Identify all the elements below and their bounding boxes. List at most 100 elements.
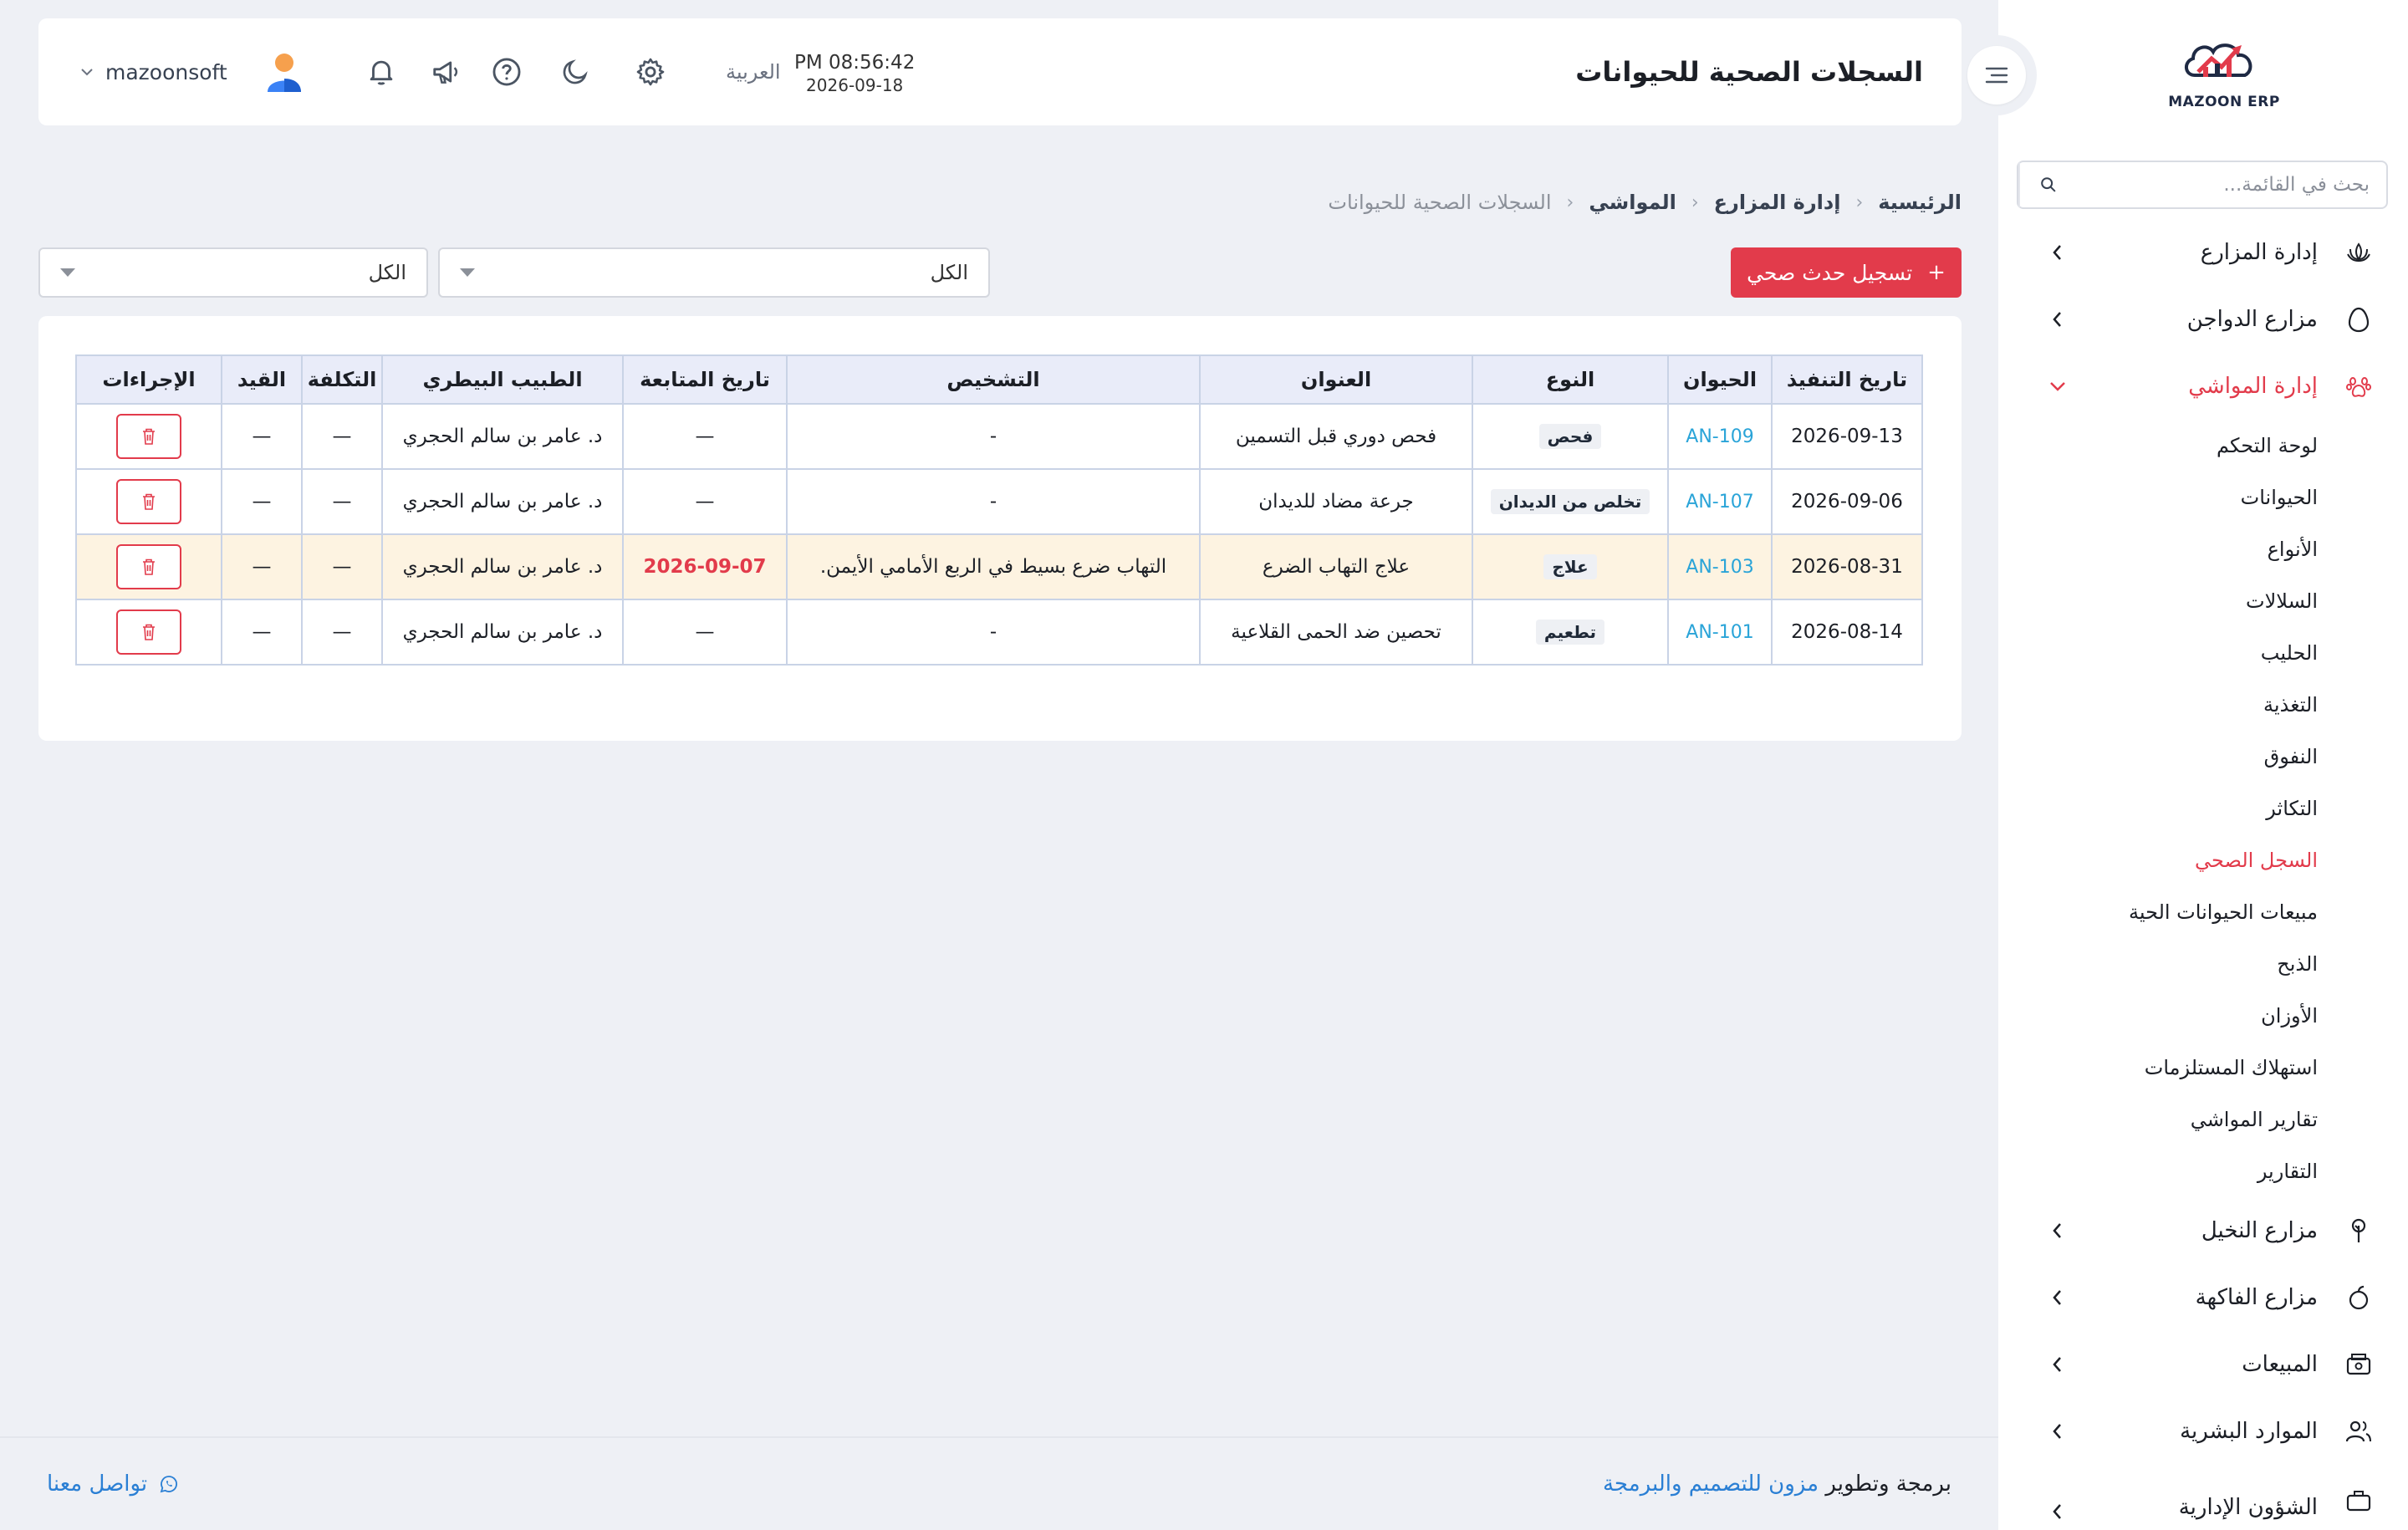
submenu-item-slaughter[interactable]: الذبح xyxy=(1998,938,2408,990)
type-filter-select[interactable]: الكل xyxy=(438,247,990,298)
animal-link[interactable]: AN-101 xyxy=(1686,622,1753,643)
cell-cost: — xyxy=(301,403,383,470)
contact-label: تواصل معنا xyxy=(47,1471,148,1497)
app-logo[interactable]: MAZOON ERP xyxy=(2166,33,2283,117)
breadcrumb-home[interactable]: الرئيسية xyxy=(1878,191,1962,214)
col-title[interactable]: العنوان xyxy=(1199,354,1473,405)
moon-icon[interactable] xyxy=(557,54,594,90)
cell-date: 2026-09-06 xyxy=(1771,468,1923,535)
breadcrumb-livestock[interactable]: المواشي xyxy=(1589,191,1676,214)
submenu-item-dashboard[interactable]: لوحة التحكم xyxy=(1998,420,2408,472)
submenu-item-mortality[interactable]: النفوق xyxy=(1998,731,2408,783)
col-execution-date[interactable]: تاريخ التنفيذ xyxy=(1771,354,1923,405)
help-icon[interactable] xyxy=(488,54,525,90)
type-badge: فحص xyxy=(1538,424,1602,449)
submenu-item-breeding[interactable]: التكاثر xyxy=(1998,783,2408,834)
submenu-item-feeding[interactable]: التغذية xyxy=(1998,679,2408,731)
cell-cost: — xyxy=(301,468,383,535)
records-card: تاريخ التنفيذ الحيوان النوع العنوان التش… xyxy=(38,316,1962,741)
bell-icon[interactable] xyxy=(363,54,400,90)
cell-diagnosis: - xyxy=(786,403,1201,470)
submenu-item-animals[interactable]: الحيوانات xyxy=(1998,472,2408,523)
logo-text: MAZOON ERP xyxy=(2168,94,2280,110)
language-switch[interactable]: العربية xyxy=(726,60,781,84)
sidebar-item-fruit-farms[interactable]: مزارع الفاكهة xyxy=(1998,1264,2408,1331)
cell-cost: — xyxy=(301,599,383,666)
col-type[interactable]: النوع xyxy=(1472,354,1669,405)
col-vet[interactable]: الطبيب البيطري xyxy=(381,354,624,405)
col-diagnosis[interactable]: التشخيص xyxy=(786,354,1201,405)
sidebar-item-poultry[interactable]: مزارع الدواجن xyxy=(1998,286,2408,353)
sidebar-item-palm-farms[interactable]: مزارع النخيل xyxy=(1998,1197,2408,1264)
submenu-item-live-sales[interactable]: مبيعات الحيوانات الحية xyxy=(1998,886,2408,938)
submenu-item-reports[interactable]: التقارير xyxy=(1998,1145,2408,1197)
submenu-item-breeds[interactable]: السلالات xyxy=(1998,575,2408,627)
submenu-item-weights[interactable]: الأوزان xyxy=(1998,990,2408,1042)
user-menu[interactable]: mazoonsoft xyxy=(80,50,304,94)
health-records-table: تاريخ التنفيذ الحيوان النوع العنوان التش… xyxy=(75,354,1923,666)
filter-value: الكل xyxy=(368,261,406,284)
cell-date: 2026-09-13 xyxy=(1771,403,1923,470)
trash-icon xyxy=(143,428,155,445)
breadcrumb-farm-management[interactable]: إدارة المزارع xyxy=(1714,191,1841,214)
caret-down-icon xyxy=(60,268,75,277)
followup-date-overdue: 2026-09-07 xyxy=(643,556,767,578)
type-badge: علاج xyxy=(1543,554,1597,579)
avatar xyxy=(267,54,301,92)
chevron-left-icon: ‹ xyxy=(1691,191,1699,213)
sidebar-item-sales[interactable]: المبيعات xyxy=(1998,1331,2408,1398)
animal-link[interactable]: AN-109 xyxy=(1686,426,1753,447)
chevron-left-icon xyxy=(2048,310,2067,329)
animal-link[interactable]: AN-107 xyxy=(1686,492,1753,513)
col-followup-date[interactable]: تاريخ المتابعة xyxy=(622,354,788,405)
submenu-item-livestock-reports[interactable]: تقارير المواشي xyxy=(1998,1094,2408,1145)
delete-button[interactable] xyxy=(116,414,181,459)
submenu-item-milk[interactable]: الحليب xyxy=(1998,627,2408,679)
animal-link[interactable]: AN-103 xyxy=(1686,557,1753,578)
contact-us-link[interactable]: تواصل معنا xyxy=(47,1471,179,1497)
users-icon xyxy=(2344,1417,2373,1446)
add-health-event-button[interactable]: + تسجيل حدث صحي xyxy=(1731,247,1962,298)
caret-down-icon xyxy=(460,268,475,277)
cell-title: جرعة مضاد للديدان xyxy=(1199,468,1473,535)
gear-icon[interactable] xyxy=(632,54,669,90)
table-row-highlighted: 2026-08-31 AN-103 علاج علاج التهاب الضرع… xyxy=(75,533,1923,600)
col-animal[interactable]: الحيوان xyxy=(1667,354,1773,405)
table-header-row: تاريخ التنفيذ الحيوان النوع العنوان التش… xyxy=(75,354,1923,405)
cell-diagnosis: - xyxy=(786,468,1201,535)
delete-button[interactable] xyxy=(116,479,181,524)
delete-button[interactable] xyxy=(116,544,181,589)
cell-title: علاج التهاب الضرع xyxy=(1199,533,1473,600)
sidebar-item-farm-management[interactable]: إدارة المزارع xyxy=(1998,219,2408,286)
sidebar-item-label: الشؤون الإدارية xyxy=(2178,1494,2318,1520)
filter-value: الكل xyxy=(930,261,968,284)
delete-button[interactable] xyxy=(116,609,181,655)
col-cost[interactable]: التكلفة xyxy=(301,354,383,405)
sidebar-item-admin-affairs[interactable]: الشؤون الإدارية xyxy=(1998,1465,2408,1520)
menu-search-input[interactable] xyxy=(2077,162,2386,207)
animal-filter-select[interactable]: الكل xyxy=(38,247,428,298)
submenu-item-species[interactable]: الأنواع xyxy=(1998,523,2408,575)
type-badge: تطعيم xyxy=(1535,620,1605,645)
sidebar-item-label: مزارع النخيل xyxy=(2201,1218,2318,1243)
clock: PM 08:56:42 2026-09-18 xyxy=(794,52,915,95)
paw-icon xyxy=(2344,372,2373,400)
company-link[interactable]: مزون للتصميم والبرمجة xyxy=(1603,1471,1819,1497)
megaphone-icon[interactable] xyxy=(428,54,465,90)
sidebar-item-hr[interactable]: الموارد البشرية xyxy=(1998,1398,2408,1465)
cell-vet: د. عامر بن سالم الحجري xyxy=(381,533,624,600)
clock-date: 2026-09-18 xyxy=(806,75,904,95)
cell-followup: — xyxy=(622,599,788,666)
clock-time: PM 08:56:42 xyxy=(794,52,916,74)
sidebar-toggle-button[interactable] xyxy=(1956,35,2037,115)
submenu-item-supplies[interactable]: استهلاك المستلزمات xyxy=(1998,1042,2408,1094)
sidebar-item-livestock[interactable]: إدارة المواشي xyxy=(1998,353,2408,420)
page-title: السجلات الصحية للحيوانات xyxy=(1575,56,1923,88)
search-icon[interactable] xyxy=(2018,162,2077,207)
chevron-left-icon xyxy=(2048,1422,2067,1441)
submenu-item-health-record[interactable]: السجل الصحي xyxy=(1998,834,2408,886)
table-row: 2026-09-06 AN-107 تخلص من الديدان جرعة م… xyxy=(75,468,1923,535)
cell-entry: — xyxy=(221,403,303,470)
cell-title: تحصين ضد الحمى القلاعية xyxy=(1199,599,1473,666)
cell-entry: — xyxy=(221,533,303,600)
